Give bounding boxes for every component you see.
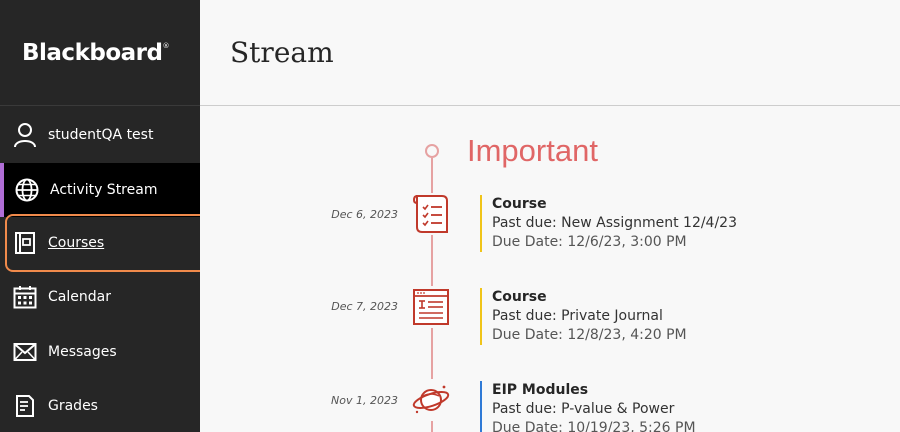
- section-title-important: Important: [467, 133, 598, 168]
- stream-item-due-date: Due Date: 10/19/23, 5:26 PM: [492, 420, 696, 432]
- stream-item-date: Dec 7, 2023: [331, 300, 398, 313]
- sidebar-item-grades[interactable]: Grades: [0, 379, 200, 432]
- checklist-icon: [410, 193, 452, 235]
- stream-item-title: EIP Modules: [492, 382, 589, 398]
- logo-area: Blackboard®: [0, 0, 200, 106]
- user-name: studentQA test: [48, 127, 154, 143]
- envelope-icon: [12, 339, 38, 365]
- globe-icon: [14, 177, 40, 203]
- grades-icon: [12, 393, 38, 419]
- sidebar-item-courses[interactable]: Courses: [0, 216, 200, 270]
- courses-icon: [12, 230, 38, 256]
- calendar-icon: [12, 284, 38, 310]
- stream-item-link[interactable]: Past due: P-value & Power: [492, 400, 696, 419]
- sidebar-item-profile[interactable]: studentQA test: [0, 108, 200, 162]
- sidebar-item-activity-stream[interactable]: Activity Stream: [0, 163, 200, 217]
- sidebar-item-label: Courses: [48, 235, 105, 251]
- page-header: Stream: [200, 0, 900, 106]
- stream-item-due-date: Due Date: 12/8/23, 4:20 PM: [492, 327, 687, 343]
- sidebar-item-label: Grades: [48, 398, 98, 414]
- stream-item-link[interactable]: Past due: Private Journal: [492, 307, 687, 326]
- page-title: Stream: [230, 36, 334, 69]
- blackboard-logo[interactable]: Blackboard®: [22, 40, 169, 66]
- journal-icon: [410, 286, 452, 328]
- sidebar-item-label: Calendar: [48, 289, 111, 305]
- stream-item-title: Course: [492, 289, 547, 305]
- user-icon: [12, 122, 38, 148]
- timeline-dot: [425, 144, 439, 158]
- stream-item-due-date: Due Date: 12/6/23, 3:00 PM: [492, 234, 687, 250]
- sidebar-item-calendar[interactable]: Calendar: [0, 270, 200, 324]
- stream-item-date: Dec 6, 2023: [331, 208, 398, 221]
- sidebar: Blackboard® studentQA test Activity Stre…: [0, 0, 200, 432]
- sidebar-item-label: Messages: [48, 344, 117, 360]
- planet-icon: [410, 379, 452, 421]
- stream-item-card[interactable]: Course Past due: New Assignment 12/4/23 …: [480, 195, 737, 252]
- stream-item-date: Nov 1, 2023: [331, 394, 398, 407]
- sidebar-item-label: Activity Stream: [50, 182, 158, 198]
- main-content: Stream Important Dec 6, 2023 Course Past…: [200, 0, 900, 432]
- stream-item-card[interactable]: EIP Modules Past due: P-value & Power Du…: [480, 381, 696, 432]
- stream-item-link[interactable]: Past due: New Assignment 12/4/23: [492, 214, 737, 233]
- stream-item-card[interactable]: Course Past due: Private Journal Due Dat…: [480, 288, 687, 345]
- stream-item-title: Course: [492, 196, 547, 212]
- sidebar-item-messages[interactable]: Messages: [0, 325, 200, 379]
